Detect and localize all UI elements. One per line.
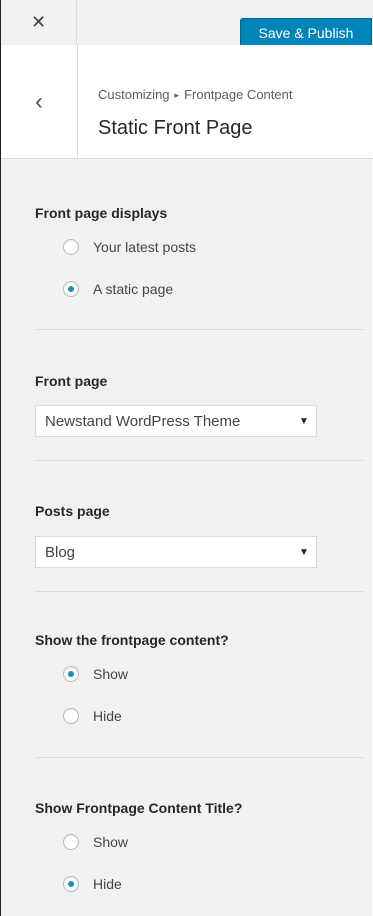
- radio-show[interactable]: Show: [63, 832, 128, 852]
- divider: [35, 460, 364, 461]
- radio-button[interactable]: [63, 708, 79, 724]
- front-page-displays-title: Front page displays: [35, 205, 168, 221]
- posts-page-title: Posts page: [35, 503, 110, 519]
- breadcrumb: Customizing ▸ Frontpage Content: [98, 87, 292, 102]
- radio-hide[interactable]: Hide: [63, 874, 122, 894]
- divider: [35, 757, 364, 758]
- breadcrumb-parent: Frontpage Content: [184, 87, 293, 102]
- radio-button[interactable]: [63, 834, 79, 850]
- radio-button[interactable]: [63, 281, 79, 297]
- radio-your-latest-posts[interactable]: Your latest posts: [63, 237, 196, 257]
- save-publish-button[interactable]: Save & Publish: [240, 18, 372, 48]
- section-header: ‹ Customizing ▸ Frontpage Content Static F…: [1, 45, 373, 159]
- radio-button[interactable]: [63, 666, 79, 682]
- radio-a-static-page[interactable]: A static page: [63, 279, 173, 299]
- customizer-header: ✕ Save & Publish: [1, 0, 373, 48]
- breadcrumb-separator-icon: ▸: [174, 90, 180, 100]
- radio-button[interactable]: [63, 239, 79, 255]
- radio-button[interactable]: [63, 876, 79, 892]
- section-title: Static Front Page: [98, 117, 253, 139]
- dropdown-arrow-icon: ▼: [299, 546, 309, 558]
- back-button[interactable]: ‹: [1, 45, 78, 158]
- dropdown-arrow-icon: ▼: [299, 415, 309, 427]
- customizer-panel: ✕ Save & Publish ‹ Customizing ▸ Frontpage…: [0, 0, 373, 916]
- front-page-select[interactable]: Newstand WordPress Theme ▼: [35, 405, 317, 437]
- front-page-title: Front page: [35, 373, 108, 389]
- radio-label: Show: [93, 666, 129, 682]
- select-value: Newstand WordPress Theme: [45, 412, 241, 430]
- show-frontpage-content-title-title: Show Frontpage Content Title?: [35, 800, 243, 816]
- close-button[interactable]: ✕: [1, 0, 77, 45]
- radio-label: Show: [93, 834, 129, 850]
- radio-label: A static page: [93, 281, 174, 297]
- show-frontpage-content-title: Show the frontpage content?: [35, 632, 229, 648]
- radio-hide[interactable]: Hide: [63, 706, 122, 726]
- divider: [35, 329, 364, 330]
- breadcrumb-root: Customizing: [98, 87, 170, 102]
- divider: [35, 591, 364, 592]
- close-icon: ✕: [30, 12, 47, 32]
- select-value: Blog: [45, 543, 76, 561]
- radio-label: Hide: [93, 708, 122, 724]
- posts-page-select[interactable]: Blog ▼: [35, 536, 317, 568]
- radio-label: Hide: [93, 876, 122, 892]
- radio-show[interactable]: Show: [63, 664, 128, 684]
- radio-label: Your latest posts: [93, 239, 196, 255]
- chevron-left-icon: ‹: [35, 87, 43, 115]
